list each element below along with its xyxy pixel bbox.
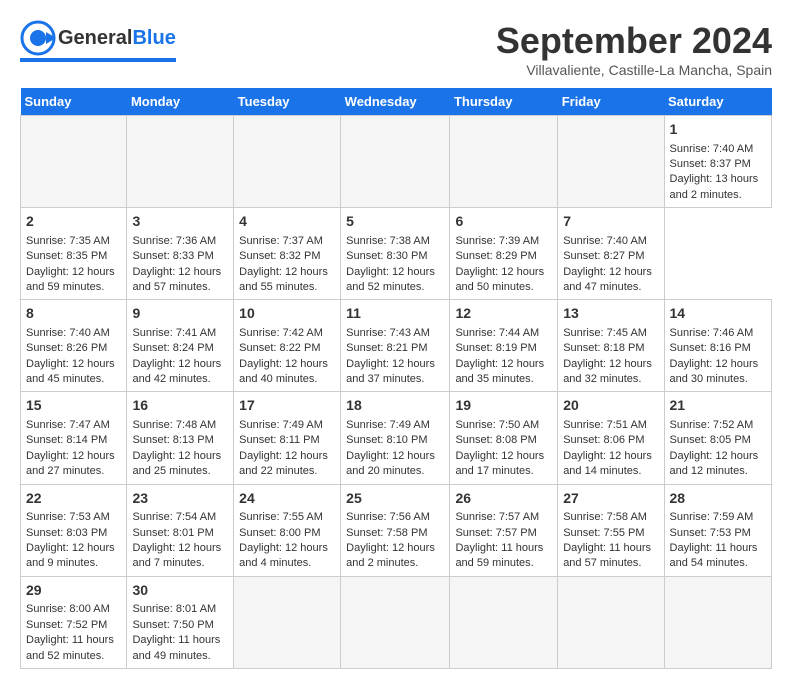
calendar-cell: 23Sunrise: 7:54 AMSunset: 8:01 PMDayligh… — [127, 484, 234, 576]
logo-blue: Blue — [132, 27, 175, 49]
calendar-cell: 13Sunrise: 7:45 AMSunset: 8:18 PMDayligh… — [558, 300, 664, 392]
calendar-cell-empty — [450, 116, 558, 208]
logo-bar — [20, 58, 176, 62]
day-number: 4 — [239, 212, 335, 232]
calendar-cell: 8Sunrise: 7:40 AMSunset: 8:26 PMDaylight… — [21, 300, 127, 392]
day-number: 3 — [132, 212, 228, 232]
day-header-friday: Friday — [558, 88, 664, 116]
day-number: 27 — [563, 489, 658, 509]
day-number: 29 — [26, 581, 121, 601]
day-number: 14 — [670, 304, 766, 324]
calendar-cell: 14Sunrise: 7:46 AMSunset: 8:16 PMDayligh… — [664, 300, 771, 392]
calendar-cell: 9Sunrise: 7:41 AMSunset: 8:24 PMDaylight… — [127, 300, 234, 392]
calendar-cell: 20Sunrise: 7:51 AMSunset: 8:06 PMDayligh… — [558, 392, 664, 484]
calendar-cell-empty — [21, 116, 127, 208]
day-number: 11 — [346, 304, 444, 324]
calendar-cell: 28Sunrise: 7:59 AMSunset: 7:53 PMDayligh… — [664, 484, 771, 576]
calendar-table: SundayMondayTuesdayWednesdayThursdayFrid… — [20, 88, 772, 669]
day-number: 10 — [239, 304, 335, 324]
calendar-cell: 1Sunrise: 7:40 AMSunset: 8:37 PMDaylight… — [664, 116, 771, 208]
calendar-cell: 12Sunrise: 7:44 AMSunset: 8:19 PMDayligh… — [450, 300, 558, 392]
calendar-cell: 16Sunrise: 7:48 AMSunset: 8:13 PMDayligh… — [127, 392, 234, 484]
calendar-week-row: 1Sunrise: 7:40 AMSunset: 8:37 PMDaylight… — [21, 116, 772, 208]
day-header-tuesday: Tuesday — [234, 88, 341, 116]
calendar-cell: 26Sunrise: 7:57 AMSunset: 7:57 PMDayligh… — [450, 484, 558, 576]
day-number: 25 — [346, 489, 444, 509]
day-number: 9 — [132, 304, 228, 324]
day-number: 16 — [132, 396, 228, 416]
calendar-cell: 3Sunrise: 7:36 AMSunset: 8:33 PMDaylight… — [127, 208, 234, 300]
day-header-saturday: Saturday — [664, 88, 771, 116]
month-title: September 2024 — [496, 20, 772, 62]
day-number: 26 — [455, 489, 552, 509]
day-number: 18 — [346, 396, 444, 416]
calendar-cell: 22Sunrise: 7:53 AMSunset: 8:03 PMDayligh… — [21, 484, 127, 576]
day-number: 28 — [670, 489, 766, 509]
calendar-cell: 5Sunrise: 7:38 AMSunset: 8:30 PMDaylight… — [341, 208, 450, 300]
calendar-cell: 25Sunrise: 7:56 AMSunset: 7:58 PMDayligh… — [341, 484, 450, 576]
day-number: 30 — [132, 581, 228, 601]
calendar-cell: 2Sunrise: 7:35 AMSunset: 8:35 PMDaylight… — [21, 208, 127, 300]
calendar-cell: 24Sunrise: 7:55 AMSunset: 8:00 PMDayligh… — [234, 484, 341, 576]
location: Villavaliente, Castille-La Mancha, Spain — [496, 62, 772, 78]
day-header-thursday: Thursday — [450, 88, 558, 116]
calendar-cell: 15Sunrise: 7:47 AMSunset: 8:14 PMDayligh… — [21, 392, 127, 484]
day-number: 1 — [670, 120, 766, 140]
calendar-week-row: 22Sunrise: 7:53 AMSunset: 8:03 PMDayligh… — [21, 484, 772, 576]
day-number: 15 — [26, 396, 121, 416]
day-number: 12 — [455, 304, 552, 324]
day-number: 6 — [455, 212, 552, 232]
calendar-cell: 19Sunrise: 7:50 AMSunset: 8:08 PMDayligh… — [450, 392, 558, 484]
calendar-cell: 27Sunrise: 7:58 AMSunset: 7:55 PMDayligh… — [558, 484, 664, 576]
day-number: 19 — [455, 396, 552, 416]
day-number: 8 — [26, 304, 121, 324]
day-header-monday: Monday — [127, 88, 234, 116]
logo: GeneralBlue — [20, 20, 176, 62]
day-header-wednesday: Wednesday — [341, 88, 450, 116]
day-number: 5 — [346, 212, 444, 232]
calendar-cell-empty — [127, 116, 234, 208]
day-number: 23 — [132, 489, 228, 509]
day-number: 21 — [670, 396, 766, 416]
logo-general: General — [58, 27, 132, 49]
calendar-cell: 6Sunrise: 7:39 AMSunset: 8:29 PMDaylight… — [450, 208, 558, 300]
day-number: 20 — [563, 396, 658, 416]
calendar-cell: 7Sunrise: 7:40 AMSunset: 8:27 PMDaylight… — [558, 208, 664, 300]
calendar-cell: 17Sunrise: 7:49 AMSunset: 8:11 PMDayligh… — [234, 392, 341, 484]
day-header-sunday: Sunday — [21, 88, 127, 116]
calendar-cell — [558, 576, 664, 668]
calendar-cell: 11Sunrise: 7:43 AMSunset: 8:21 PMDayligh… — [341, 300, 450, 392]
calendar-header-row: SundayMondayTuesdayWednesdayThursdayFrid… — [21, 88, 772, 116]
day-number: 17 — [239, 396, 335, 416]
calendar-cell-empty — [558, 116, 664, 208]
calendar-week-row: 29Sunrise: 8:00 AMSunset: 7:52 PMDayligh… — [21, 576, 772, 668]
calendar-week-row: 8Sunrise: 7:40 AMSunset: 8:26 PMDaylight… — [21, 300, 772, 392]
calendar-cell-empty — [234, 116, 341, 208]
calendar-cell: 18Sunrise: 7:49 AMSunset: 8:10 PMDayligh… — [341, 392, 450, 484]
calendar-cell: 30Sunrise: 8:01 AMSunset: 7:50 PMDayligh… — [127, 576, 234, 668]
calendar-cell — [450, 576, 558, 668]
day-number: 22 — [26, 489, 121, 509]
calendar-cell: 10Sunrise: 7:42 AMSunset: 8:22 PMDayligh… — [234, 300, 341, 392]
day-number: 13 — [563, 304, 658, 324]
calendar-cell — [341, 576, 450, 668]
page-header: GeneralBlue September 2024 Villavaliente… — [20, 20, 772, 78]
title-block: September 2024 Villavaliente, Castille-L… — [496, 20, 772, 78]
calendar-cell — [664, 576, 771, 668]
calendar-cell: 4Sunrise: 7:37 AMSunset: 8:32 PMDaylight… — [234, 208, 341, 300]
calendar-cell — [234, 576, 341, 668]
day-number: 7 — [563, 212, 658, 232]
calendar-cell: 21Sunrise: 7:52 AMSunset: 8:05 PMDayligh… — [664, 392, 771, 484]
calendar-cell-empty — [341, 116, 450, 208]
calendar-cell: 29Sunrise: 8:00 AMSunset: 7:52 PMDayligh… — [21, 576, 127, 668]
day-number: 2 — [26, 212, 121, 232]
calendar-week-row: 15Sunrise: 7:47 AMSunset: 8:14 PMDayligh… — [21, 392, 772, 484]
day-number: 24 — [239, 489, 335, 509]
calendar-week-row: 2Sunrise: 7:35 AMSunset: 8:35 PMDaylight… — [21, 208, 772, 300]
